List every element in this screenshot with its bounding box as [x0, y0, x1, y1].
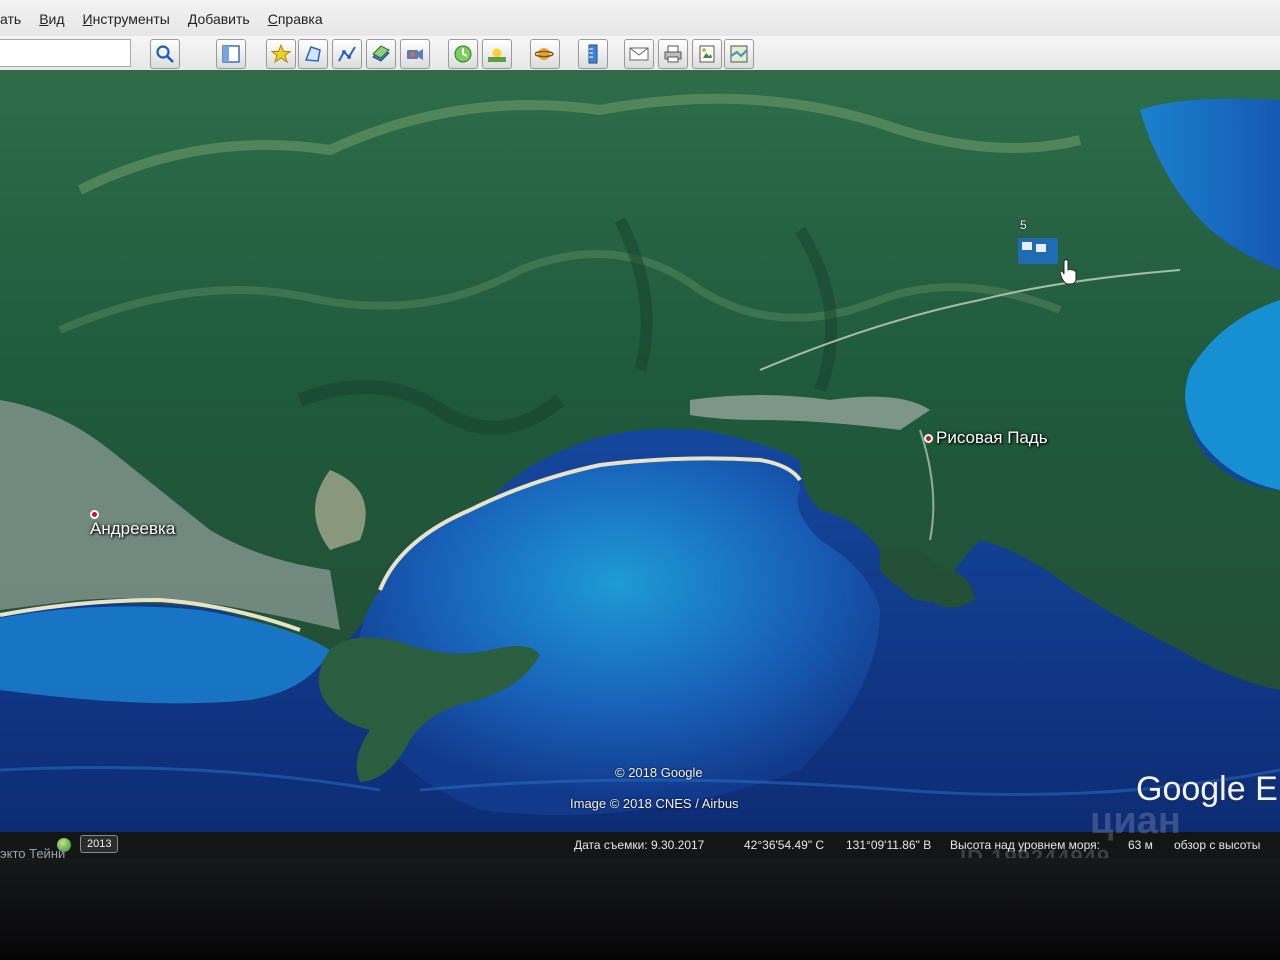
planets-button[interactable] [530, 39, 560, 69]
marker-number: 5 [1020, 218, 1027, 232]
search-icon [156, 45, 174, 63]
placemark-icon [271, 44, 291, 64]
menu-tools[interactable]: Инструменты [83, 11, 170, 27]
place-name: Рисовая Падь [936, 428, 1048, 447]
place-name: Андреевка [90, 519, 176, 538]
add-image-overlay-button[interactable] [366, 39, 396, 69]
cian-watermark: циан [1090, 800, 1181, 842]
menu-accelerator: И [82, 11, 93, 27]
search-input[interactable] [0, 39, 131, 67]
planets-icon [535, 48, 554, 60]
satellite-terrain [0, 70, 1280, 860]
place-marker-icon [90, 510, 99, 519]
menu-add[interactable]: Добавить [188, 11, 250, 27]
place-label-andreevka[interactable]: Андреевка [90, 510, 175, 539]
capture-date: Дата съемки: 9.30.2017 [574, 838, 705, 852]
add-path-button[interactable] [332, 39, 362, 69]
copyright-text: © 2018 Google [615, 765, 703, 780]
view-in-maps-button[interactable] [724, 39, 754, 69]
globe-icon [57, 838, 71, 852]
longitude-readout: 131°09'11.86" В [846, 838, 932, 852]
print-button[interactable] [658, 39, 688, 69]
record-tour-icon [407, 49, 423, 60]
hand-cursor-icon [1059, 259, 1077, 285]
latitude-readout: 42°36'54.49" С [744, 838, 825, 852]
save-image-button[interactable] [692, 39, 722, 69]
map-view[interactable]: Андреевка Рисовая Падь 5 © 2018 Google I… [0, 70, 1280, 860]
sunlight-icon [488, 48, 506, 62]
record-tour-button[interactable] [400, 39, 430, 69]
print-icon [664, 45, 682, 63]
eye-altitude-label: обзор с высоты [1174, 838, 1261, 852]
ruler-icon [588, 44, 598, 64]
ruler-button[interactable] [578, 39, 608, 69]
polygon-icon [304, 46, 321, 62]
menu-view[interactable]: Вид [39, 11, 64, 27]
menu-accelerator: Д [187, 11, 198, 27]
sidebar-toggle-button[interactable] [216, 39, 246, 69]
path-icon [338, 46, 356, 62]
image-overlay-icon [372, 45, 390, 62]
historical-imagery-button[interactable] [448, 39, 478, 69]
monitor-bezel [0, 858, 1280, 960]
add-placemark-button[interactable] [266, 39, 296, 69]
imagery-credit-text: Image © 2018 CNES / Airbus [570, 796, 739, 811]
menu-bar: ать Вид Инструменты Добавить Справка [0, 0, 1280, 38]
menu-edit[interactable]: ать [0, 11, 21, 27]
menu-accelerator: В [39, 11, 49, 27]
place-label-risovaya-pad[interactable]: Рисовая Падь [924, 428, 1048, 448]
place-marker-icon [924, 433, 933, 443]
view-in-maps-icon [730, 45, 748, 63]
add-polygon-button[interactable] [298, 39, 328, 69]
sunlight-button[interactable] [482, 39, 512, 69]
historical-imagery-icon [454, 45, 472, 63]
menu-help[interactable]: Справка [268, 11, 323, 27]
save-image-icon [699, 45, 715, 63]
year-badge[interactable]: 2013 [80, 835, 119, 853]
email-icon [629, 47, 649, 61]
search-button[interactable] [150, 39, 180, 69]
sidebar-icon [222, 45, 240, 63]
menu-accelerator: С [267, 11, 278, 27]
email-button[interactable] [624, 39, 654, 69]
